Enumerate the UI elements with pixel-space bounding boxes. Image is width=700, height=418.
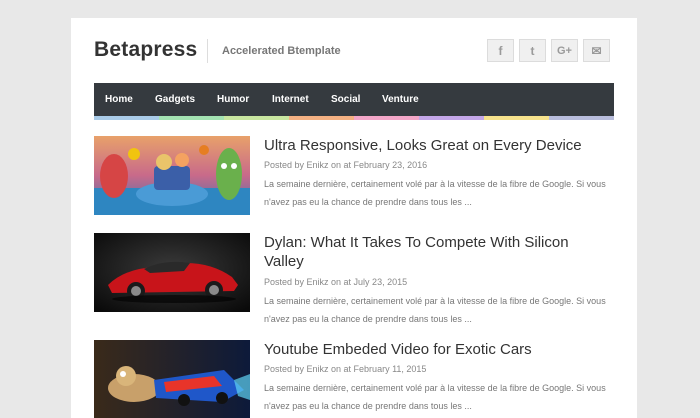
post-excerpt: La semaine dernière, certainement volé p… xyxy=(264,383,606,411)
post-thumbnail[interactable] xyxy=(94,340,250,418)
post-item: Youtube Embeded Video for Exotic Cars Po… xyxy=(94,340,614,418)
nav-item-internet[interactable]: Internet xyxy=(272,94,309,105)
nav-item-home[interactable]: Home xyxy=(105,94,133,105)
post-item: Ultra Responsive, Looks Great on Every D… xyxy=(94,136,614,226)
nav-color-stripe-segment xyxy=(484,116,549,120)
nav-color-stripe-segment xyxy=(289,116,354,120)
site-header: Betapress Accelerated Btemplate f t G+ ✉ xyxy=(71,18,637,82)
post-thumbnail[interactable] xyxy=(94,136,250,215)
site-title[interactable]: Betapress xyxy=(94,38,197,62)
title-divider xyxy=(207,39,208,63)
main-nav: Home Gadgets Humor Internet Social Ventu… xyxy=(94,83,614,116)
mail-button[interactable]: ✉ xyxy=(583,39,610,62)
post-meta: Posted by Enikz on at July 23, 2015 xyxy=(264,277,408,287)
nav-item-venture[interactable]: Venture xyxy=(382,94,419,105)
twitter-icon: t xyxy=(530,43,535,58)
nav-color-stripe-segment xyxy=(94,116,159,120)
twitter-button[interactable]: t xyxy=(519,39,546,62)
nav-color-stripe xyxy=(94,116,614,120)
nav-color-stripe-segment xyxy=(419,116,484,120)
facebook-button[interactable]: f xyxy=(487,39,514,62)
nav-color-stripe-segment xyxy=(159,116,224,120)
nav-item-social[interactable]: Social xyxy=(331,94,360,105)
post-title[interactable]: Dylan: What It Takes To Compete With Sil… xyxy=(264,233,609,271)
post-item: Dylan: What It Takes To Compete With Sil… xyxy=(94,233,614,328)
site-tagline: Accelerated Btemplate xyxy=(222,45,341,57)
post-title[interactable]: Ultra Responsive, Looks Great on Every D… xyxy=(264,136,609,155)
nav-color-stripe-segment xyxy=(354,116,419,120)
post-excerpt: La semaine dernière, certainement volé p… xyxy=(264,179,606,207)
post-meta: Posted by Enikz on at February 23, 2016 xyxy=(264,160,428,170)
nav-item-humor[interactable]: Humor xyxy=(217,94,249,105)
nav-color-stripe-segment xyxy=(224,116,289,120)
facebook-icon: f xyxy=(498,43,503,58)
mail-icon: ✉ xyxy=(591,43,602,58)
post-thumbnail[interactable] xyxy=(94,233,250,312)
nav-color-stripe-segment xyxy=(549,116,614,120)
google-plus-icon: G+ xyxy=(557,44,572,57)
google-plus-button[interactable]: G+ xyxy=(551,39,578,62)
post-meta: Posted by Enikz on at February 11, 2015 xyxy=(264,364,427,374)
nav-item-gadgets[interactable]: Gadgets xyxy=(155,94,195,105)
post-excerpt: La semaine dernière, certainement volé p… xyxy=(264,296,606,324)
post-title[interactable]: Youtube Embeded Video for Exotic Cars xyxy=(264,340,609,359)
page-container: Betapress Accelerated Btemplate f t G+ ✉… xyxy=(71,18,637,418)
